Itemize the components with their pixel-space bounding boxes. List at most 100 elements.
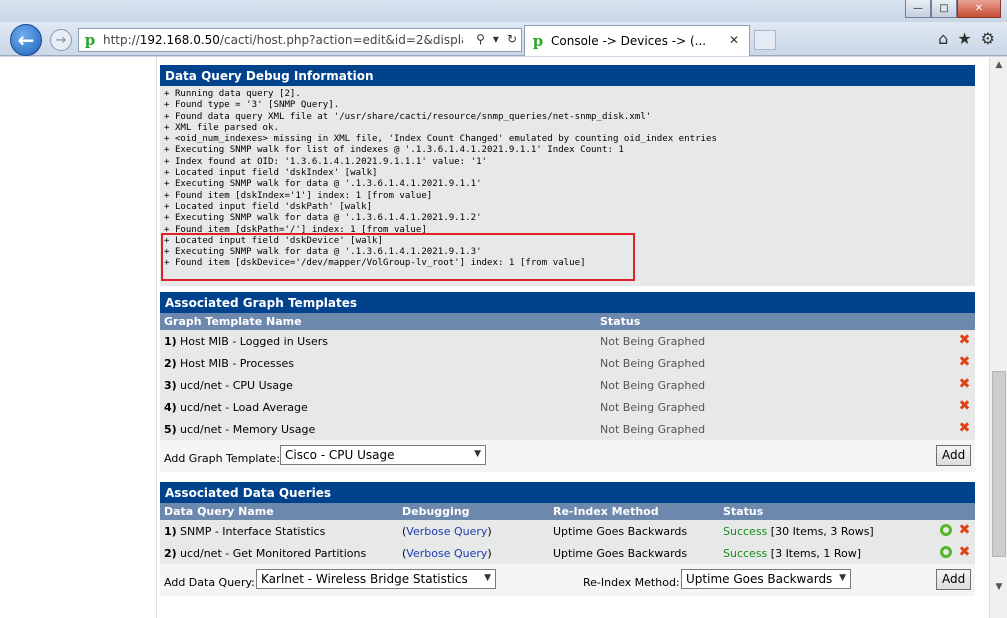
- address-text[interactable]: http://192.168.0.50/cacti/host.php?actio…: [103, 33, 463, 47]
- cacti-favicon-icon: p: [532, 32, 544, 50]
- browser-navbar: ← → p http://192.168.0.50/cacti/host.php…: [0, 22, 1007, 56]
- row-number: 5): [164, 423, 177, 436]
- debug-header: Data Query Debug Information: [160, 65, 975, 86]
- graph-template-status: Not Being Graphed: [600, 423, 706, 436]
- graph-template-select[interactable]: Cisco - CPU Usage: [280, 445, 486, 465]
- delete-icon[interactable]: ✖: [958, 333, 971, 347]
- scroll-thumb[interactable]: [992, 371, 1006, 557]
- search-icon[interactable]: ⚲: [476, 32, 485, 46]
- star-icon[interactable]: ★: [957, 29, 971, 48]
- col-status: Status: [723, 505, 764, 518]
- forward-icon[interactable]: →: [50, 29, 72, 51]
- status-success: Success: [723, 525, 768, 538]
- row-number: 1): [164, 525, 177, 538]
- debug-line: + Found data query XML file at '/usr/sha…: [164, 111, 652, 122]
- graph-template-name: Host MIB - Processes: [180, 357, 295, 370]
- dropdown-icon[interactable]: ▾: [493, 32, 499, 46]
- close-icon[interactable]: ✕: [729, 33, 739, 47]
- page-viewport: Data Query Debug Information + Running d…: [0, 57, 1007, 618]
- add-data-query-row: Add Data Query: Karlnet - Wireless Bridg…: [160, 564, 975, 596]
- new-tab-button[interactable]: [754, 30, 776, 50]
- graph-template-name: Host MIB - Logged in Users: [180, 335, 328, 348]
- add-graph-template-button[interactable]: Add: [936, 445, 972, 466]
- row-number: 4): [164, 401, 177, 414]
- add-graph-template-row: Add Graph Template: Cisco - CPU Usage Ad…: [160, 440, 975, 472]
- graph-template-row: 1) Host MIB - Logged in Users Not Being Gr…: [160, 330, 975, 352]
- browser-tab[interactable]: p Console -> Devices -> (... ✕: [524, 25, 750, 56]
- console-sidebar: [8, 57, 157, 618]
- col-debugging: Debugging: [402, 505, 470, 518]
- data-queries-column-header: Data Query Name Debugging Re-Index Metho…: [160, 503, 975, 520]
- paren-close: ): [487, 547, 492, 560]
- debug-line: + XML file parsed ok.: [164, 122, 279, 133]
- status-success: Success: [723, 547, 768, 560]
- add-data-query-label: Add Data Query:: [164, 576, 255, 589]
- debug-line: + Running data query [2].: [164, 89, 301, 99]
- delete-icon[interactable]: ✖: [958, 421, 971, 435]
- window-controls: — □ ✕: [905, 0, 1001, 18]
- maximize-button[interactable]: □: [931, 0, 957, 18]
- graph-template-status: Not Being Graphed: [600, 401, 706, 414]
- debug-output: + Running data query [2]. + Found type = …: [160, 86, 975, 286]
- status-detail: [30 Items, 3 Rows]: [767, 525, 874, 538]
- home-icon[interactable]: ⌂: [938, 29, 948, 48]
- row-number: 2): [164, 547, 177, 560]
- col-reindex-method: Re-Index Method: [553, 505, 659, 518]
- data-query-status: Success [30 Items, 3 Rows]: [723, 525, 874, 538]
- col-data-query-name: Data Query Name: [164, 505, 274, 518]
- graph-template-row: 4) ucd/net - Load Average Not Being Graphe…: [160, 396, 975, 418]
- status-detail: [3 Items, 1 Row]: [767, 547, 861, 560]
- delete-icon[interactable]: ✖: [958, 377, 971, 391]
- add-data-query-button[interactable]: Add: [936, 569, 972, 590]
- highlight-box: [161, 233, 635, 281]
- url-path: /cacti/host.php?action=edit&id=2&display: [219, 33, 463, 47]
- debug-line: + Index found at OID: '1.3.6.1.4.1.2021.…: [164, 156, 488, 167]
- cacti-favicon-icon: p: [84, 31, 96, 49]
- row-number: 3): [164, 379, 177, 392]
- delete-icon[interactable]: ✖: [958, 399, 971, 413]
- tab-title: Console -> Devices -> (...: [551, 34, 707, 48]
- debug-line: + Executing SNMP walk for data @ '.1.3.6…: [164, 213, 482, 224]
- paren-close: ): [487, 525, 492, 538]
- data-queries-header: Associated Data Queries: [160, 482, 975, 503]
- verbose-query-link[interactable]: Verbose Query: [406, 525, 487, 538]
- scroll-down-icon[interactable]: ▼: [990, 579, 1007, 595]
- url-prefix: http://: [103, 33, 140, 47]
- data-query-select[interactable]: Karlnet - Wireless Bridge Statistics: [256, 569, 496, 589]
- window-titlebar: — □ ✕: [0, 0, 1007, 22]
- reindex-method-select[interactable]: Uptime Goes Backwards: [681, 569, 851, 589]
- debug-line: + Found type = '3' [SNMP Query].: [164, 100, 340, 111]
- delete-icon[interactable]: ✖: [958, 355, 971, 369]
- graph-templates-header: Associated Graph Templates: [160, 292, 975, 313]
- refresh-icon[interactable]: ↻: [507, 32, 517, 46]
- reload-query-icon[interactable]: [940, 546, 952, 558]
- reload-query-icon[interactable]: [940, 524, 952, 536]
- reindex-method-label: Re-Index Method:: [583, 576, 680, 589]
- data-queries-list: 1) SNMP - Interface Statistics (Verbose Qu…: [160, 520, 975, 564]
- debug-line: + Located input field 'dskPath' [walk]: [164, 201, 373, 212]
- data-query-name: SNMP - Interface Statistics: [180, 525, 326, 538]
- debugging-cell: (Verbose Query): [402, 547, 492, 560]
- graph-template-name: ucd/net - Memory Usage: [180, 423, 316, 436]
- verbose-query-link[interactable]: Verbose Query: [406, 547, 487, 560]
- graph-template-row: 5) ucd/net - Memory Usage Not Being Graphe…: [160, 418, 975, 440]
- debug-line: + Executing SNMP walk for list of indexe…: [164, 145, 624, 156]
- main-content: Data Query Debug Information + Running d…: [160, 65, 975, 596]
- page-scrollbar[interactable]: ▲ ▼: [989, 57, 1007, 618]
- scroll-up-icon[interactable]: ▲: [990, 57, 1007, 73]
- data-query-row: 1) SNMP - Interface Statistics (Verbose Qu…: [160, 520, 975, 542]
- close-window-button[interactable]: ✕: [957, 0, 1001, 18]
- minimize-button[interactable]: —: [905, 0, 931, 18]
- col-status: Status: [600, 315, 641, 328]
- url-host: 192.168.0.50: [139, 33, 220, 47]
- gear-icon[interactable]: ⚙: [981, 29, 995, 48]
- back-icon[interactable]: ←: [10, 24, 42, 56]
- debug-line: + Executing SNMP walk for data @ '.1.3.6…: [164, 179, 482, 190]
- delete-icon[interactable]: ✖: [958, 545, 971, 559]
- debug-line: + Located input field 'dskIndex' [walk]: [164, 168, 378, 179]
- col-graph-template-name: Graph Template Name: [164, 315, 302, 328]
- add-graph-template-label: Add Graph Template:: [164, 452, 280, 465]
- delete-icon[interactable]: ✖: [958, 523, 971, 537]
- address-bar[interactable]: p http://192.168.0.50/cacti/host.php?act…: [78, 28, 522, 52]
- reindex-method: Uptime Goes Backwards: [553, 547, 688, 560]
